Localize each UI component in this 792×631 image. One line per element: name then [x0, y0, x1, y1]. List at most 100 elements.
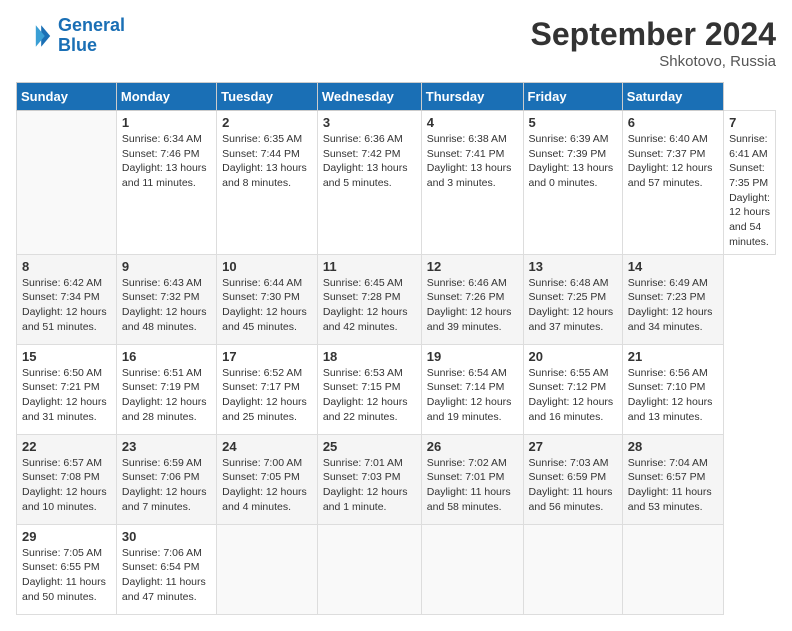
day-header-friday: Friday [523, 83, 622, 111]
calendar-cell: 1Sunrise: 6:34 AMSunset: 7:46 PMDaylight… [116, 111, 216, 255]
calendar-cell: 9 Sunrise: 6:43 AMSunset: 7:32 PMDaylight… [116, 254, 216, 344]
day-number: 27 [529, 439, 617, 454]
title-block: September 2024 Shkotovo, Russia [531, 16, 776, 70]
week-row-1: 1Sunrise: 6:34 AMSunset: 7:46 PMDaylight… [17, 111, 776, 255]
calendar-cell: 3Sunrise: 6:36 AMSunset: 7:42 PMDaylight… [317, 111, 421, 255]
day-number: 8 [22, 259, 111, 274]
day-number: 13 [529, 259, 617, 274]
calendar-cell: 27Sunrise: 7:03 AMSunset: 6:59 PMDayligh… [523, 434, 622, 524]
day-info: Sunrise: 6:59 AMSunset: 7:06 PMDaylight:… [122, 456, 211, 515]
day-info: Sunrise: 6:45 AMSunset: 7:28 PMDaylight:… [323, 276, 416, 335]
logo: General Blue [16, 16, 125, 56]
day-info: Sunrise: 6:42 AMSunset: 7:34 PMDaylight:… [22, 276, 111, 335]
day-number: 4 [427, 115, 518, 130]
day-info: Sunrise: 6:39 AMSunset: 7:39 PMDaylight:… [529, 132, 617, 191]
day-number: 28 [628, 439, 718, 454]
day-info: Sunrise: 6:35 AMSunset: 7:44 PMDaylight:… [222, 132, 312, 191]
day-number: 21 [628, 349, 718, 364]
day-header-saturday: Saturday [622, 83, 723, 111]
calendar-cell: 19 Sunrise: 6:54 AMSunset: 7:14 PMDayligh… [421, 344, 523, 434]
day-number: 15 [22, 349, 111, 364]
calendar-cell: 20 Sunrise: 6:55 AMSunset: 7:12 PMDayligh… [523, 344, 622, 434]
day-header-tuesday: Tuesday [217, 83, 318, 111]
calendar-cell [622, 524, 723, 614]
day-number: 17 [222, 349, 312, 364]
day-info: Sunrise: 6:40 AMSunset: 7:37 PMDaylight:… [628, 132, 718, 191]
calendar-cell: 28 Sunrise: 7:04 AMSunset: 6:57 PMDayligh… [622, 434, 723, 524]
day-number: 7 [729, 115, 770, 130]
day-header-monday: Monday [116, 83, 216, 111]
day-number: 16 [122, 349, 211, 364]
day-info: Sunrise: 6:51 AMSunset: 7:19 PMDaylight:… [122, 366, 211, 425]
day-number: 30 [122, 529, 211, 544]
day-number: 23 [122, 439, 211, 454]
day-info: Sunrise: 6:50 AMSunset: 7:21 PMDaylight:… [22, 366, 111, 425]
day-info: Sunrise: 7:04 AMSunset: 6:57 PMDaylight:… [628, 456, 718, 515]
calendar-cell: 4 Sunrise: 6:38 AMSunset: 7:41 PMDaylight… [421, 111, 523, 255]
calendar-cell: 14 Sunrise: 6:49 AMSunset: 7:23 PMDayligh… [622, 254, 723, 344]
logo-text: General Blue [58, 16, 125, 56]
calendar-cell: 6Sunrise: 6:40 AMSunset: 7:37 PMDaylight… [622, 111, 723, 255]
calendar-cell: 26 Sunrise: 7:02 AMSunset: 7:01 PMDayligh… [421, 434, 523, 524]
calendar-cell: 17 Sunrise: 6:52 AMSunset: 7:17 PMDayligh… [217, 344, 318, 434]
day-info: Sunrise: 7:01 AMSunset: 7:03 PMDaylight:… [323, 456, 416, 515]
calendar-cell: 30Sunrise: 7:06 AMSunset: 6:54 PMDayligh… [116, 524, 216, 614]
day-number: 22 [22, 439, 111, 454]
day-number: 18 [323, 349, 416, 364]
week-row-4: 22 Sunrise: 6:57 AMSunset: 7:08 PMDayligh… [17, 434, 776, 524]
day-info: Sunrise: 6:52 AMSunset: 7:17 PMDaylight:… [222, 366, 312, 425]
calendar-cell [421, 524, 523, 614]
day-number: 20 [529, 349, 617, 364]
calendar-cell: 12Sunrise: 6:46 AMSunset: 7:26 PMDayligh… [421, 254, 523, 344]
calendar-cell: 24 Sunrise: 7:00 AMSunset: 7:05 PMDayligh… [217, 434, 318, 524]
day-number: 19 [427, 349, 518, 364]
location: Shkotovo, Russia [531, 53, 776, 70]
day-info: Sunrise: 6:43 AMSunset: 7:32 PMDaylight:… [122, 276, 211, 335]
day-info: Sunrise: 6:48 AMSunset: 7:25 PMDaylight:… [529, 276, 617, 335]
day-number: 9 [122, 259, 211, 274]
calendar-cell: 21 Sunrise: 6:56 AMSunset: 7:10 PMDayligh… [622, 344, 723, 434]
calendar-cell: 15 Sunrise: 6:50 AMSunset: 7:21 PMDayligh… [17, 344, 117, 434]
day-info: Sunrise: 6:38 AMSunset: 7:41 PMDaylight:… [427, 132, 518, 191]
calendar-cell: 23 Sunrise: 6:59 AMSunset: 7:06 PMDayligh… [116, 434, 216, 524]
day-number: 11 [323, 259, 416, 274]
day-header-wednesday: Wednesday [317, 83, 421, 111]
calendar-cell: 29Sunrise: 7:05 AMSunset: 6:55 PMDayligh… [17, 524, 117, 614]
day-info: Sunrise: 6:49 AMSunset: 7:23 PMDaylight:… [628, 276, 718, 335]
day-number: 24 [222, 439, 312, 454]
calendar-cell [217, 524, 318, 614]
day-info: Sunrise: 6:53 AMSunset: 7:15 PMDaylight:… [323, 366, 416, 425]
days-header-row: SundayMondayTuesdayWednesdayThursdayFrid… [17, 83, 776, 111]
week-row-5: 29Sunrise: 7:05 AMSunset: 6:55 PMDayligh… [17, 524, 776, 614]
day-info: Sunrise: 6:55 AMSunset: 7:12 PMDaylight:… [529, 366, 617, 425]
day-number: 25 [323, 439, 416, 454]
week-row-2: 8 Sunrise: 6:42 AMSunset: 7:34 PMDaylight… [17, 254, 776, 344]
week-row-3: 15 Sunrise: 6:50 AMSunset: 7:21 PMDayligh… [17, 344, 776, 434]
logo-icon [16, 18, 52, 54]
day-number: 12 [427, 259, 518, 274]
day-info: Sunrise: 6:54 AMSunset: 7:14 PMDaylight:… [427, 366, 518, 425]
calendar-cell: 18 Sunrise: 6:53 AMSunset: 7:15 PMDayligh… [317, 344, 421, 434]
calendar-cell: 5Sunrise: 6:39 AMSunset: 7:39 PMDaylight… [523, 111, 622, 255]
day-info: Sunrise: 6:44 AMSunset: 7:30 PMDaylight:… [222, 276, 312, 335]
page-header: General Blue September 2024 Shkotovo, Ru… [16, 16, 776, 70]
day-number: 2 [222, 115, 312, 130]
calendar-cell [17, 111, 117, 255]
calendar-cell: 13 Sunrise: 6:48 AMSunset: 7:25 PMDayligh… [523, 254, 622, 344]
day-info: Sunrise: 7:05 AMSunset: 6:55 PMDaylight:… [22, 546, 111, 605]
day-number: 26 [427, 439, 518, 454]
day-info: Sunrise: 7:00 AMSunset: 7:05 PMDaylight:… [222, 456, 312, 515]
day-header-thursday: Thursday [421, 83, 523, 111]
month-title: September 2024 [531, 16, 776, 53]
calendar-cell: 16 Sunrise: 6:51 AMSunset: 7:19 PMDayligh… [116, 344, 216, 434]
day-info: Sunrise: 6:57 AMSunset: 7:08 PMDaylight:… [22, 456, 111, 515]
day-number: 10 [222, 259, 312, 274]
day-info: Sunrise: 6:41 AMSunset: 7:35 PMDaylight:… [729, 132, 770, 250]
day-info: Sunrise: 6:34 AMSunset: 7:46 PMDaylight:… [122, 132, 211, 191]
day-info: Sunrise: 7:02 AMSunset: 7:01 PMDaylight:… [427, 456, 518, 515]
day-info: Sunrise: 6:56 AMSunset: 7:10 PMDaylight:… [628, 366, 718, 425]
day-number: 14 [628, 259, 718, 274]
day-header-sunday: Sunday [17, 83, 117, 111]
calendar-cell: 11 Sunrise: 6:45 AMSunset: 7:28 PMDayligh… [317, 254, 421, 344]
calendar-cell: 8 Sunrise: 6:42 AMSunset: 7:34 PMDaylight… [17, 254, 117, 344]
